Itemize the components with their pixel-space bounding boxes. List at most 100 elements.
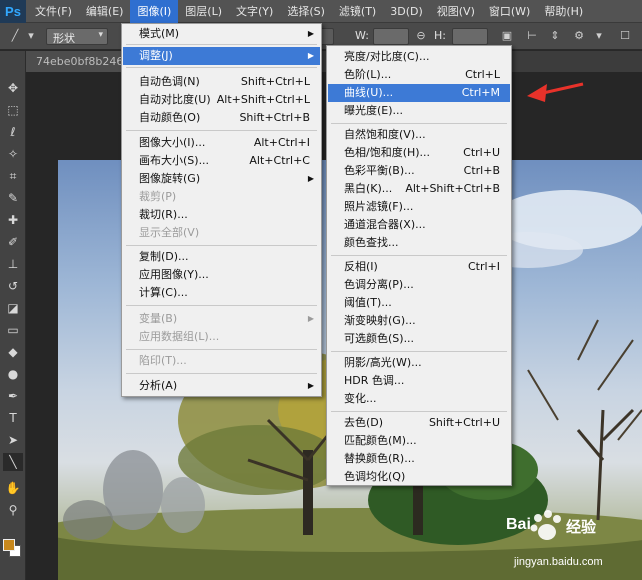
menu-separator xyxy=(331,255,507,256)
move-icon[interactable]: ✥ xyxy=(3,79,23,97)
menu-item-label: 图像大小(I)... xyxy=(139,136,206,149)
menu-item-selective-color[interactable]: 可选颜色(S)... xyxy=(328,330,510,348)
menu-item-hue-saturation[interactable]: 色相/饱和度(H)... Ctrl+U xyxy=(328,144,510,162)
menu-item-auto-tone[interactable]: 自动色调(N) Shift+Ctrl+L xyxy=(123,73,320,91)
menu-item-vibrance[interactable]: 自然饱和度(V)... xyxy=(328,126,510,144)
menu-item-color-lookup[interactable]: 颜色查找... xyxy=(328,234,510,252)
menu-view[interactable]: 视图(V) xyxy=(430,0,482,23)
menu-item-invert[interactable]: 反相(I) Ctrl+I xyxy=(328,258,510,276)
path-arrangement-icon[interactable]: ⇕ xyxy=(548,29,562,43)
tool-preset-icon[interactable]: ╱ xyxy=(8,29,22,43)
menu-item-mode[interactable]: 模式(M) ▶ xyxy=(123,25,320,43)
baidu-jingyan-watermark: Bai 经验 jingyan.baidu.com xyxy=(500,506,640,578)
tools-panel: ✥ ⬚ ℓ ✧ ⌗ ✎ ✚ ✐ ⊥ ↺ ◪ ▭ ◆ ● ✒ T ➤ ╲ ✋ ⚲ xyxy=(0,51,26,580)
menu-item-label: 通道混合器(X)... xyxy=(344,218,426,231)
menu-item-label: 色调分离(P)... xyxy=(344,278,414,291)
menu-item-exposure[interactable]: 曝光度(E)... xyxy=(328,102,510,120)
menu-item-trim[interactable]: 裁切(R)... xyxy=(123,206,320,224)
menu-item-desaturate[interactable]: 去色(D) Shift+Ctrl+U xyxy=(328,414,510,432)
menu-help[interactable]: 帮助(H) xyxy=(537,0,590,23)
menu-item-match-color[interactable]: 匹配颜色(M)... xyxy=(328,432,510,450)
zoom-icon[interactable]: ⚲ xyxy=(3,501,23,519)
menu-item-threshold[interactable]: 阈值(T)... xyxy=(328,294,510,312)
menu-item-duplicate[interactable]: 复制(D)... xyxy=(123,248,320,266)
menu-item-hdr-toning[interactable]: HDR 色调... xyxy=(328,372,510,390)
menu-item-posterize[interactable]: 色调分离(P)... xyxy=(328,276,510,294)
height-field[interactable] xyxy=(452,28,488,45)
menu-item-replace-color[interactable]: 替换颜色(R)... xyxy=(328,450,510,468)
menu-item-curves[interactable]: 曲线(U)... Ctrl+M xyxy=(328,84,510,102)
menu-filter[interactable]: 滤镜(T) xyxy=(332,0,383,23)
menu-item-image-rotation[interactable]: 图像旋转(G) ▶ xyxy=(123,170,320,188)
menu-item-label: 色阶(L)... xyxy=(344,68,392,81)
menu-separator xyxy=(331,123,507,124)
menu-edit[interactable]: 编辑(E) xyxy=(79,0,131,23)
menu-item-label: 亮度/对比度(C)... xyxy=(344,50,430,63)
menu-item-analysis[interactable]: 分析(A) ▶ xyxy=(123,377,320,395)
menu-item-label: 自动颜色(O) xyxy=(139,111,201,124)
menu-item-photo-filter[interactable]: 照片滤镜(F)... xyxy=(328,198,510,216)
menu-item-gradient-map[interactable]: 渐变映射(G)... xyxy=(328,312,510,330)
healing-brush-icon[interactable]: ✚ xyxy=(3,211,23,229)
gear-icon[interactable]: ⚙ xyxy=(572,29,586,43)
path-alignment-icon[interactable]: ⊢ xyxy=(525,29,539,43)
chevron-down-icon[interactable]: ▾ xyxy=(24,29,38,43)
shape-mode-select[interactable]: 形状 ▾ xyxy=(46,28,108,45)
dodge-icon[interactable]: ● xyxy=(3,365,23,383)
eyedropper-icon[interactable]: ✎ xyxy=(3,189,23,207)
menu-item-equalize[interactable]: 色调均化(Q) xyxy=(328,468,510,486)
menu-item-channel-mixer[interactable]: 通道混合器(X)... xyxy=(328,216,510,234)
blur-icon[interactable]: ◆ xyxy=(3,343,23,361)
hand-icon[interactable]: ✋ xyxy=(3,479,23,497)
menu-item-variations[interactable]: 变化... xyxy=(328,390,510,408)
path-operations-icon[interactable]: ▣ xyxy=(500,29,514,43)
menu-item-label: 渐变映射(G)... xyxy=(344,314,416,327)
menu-select[interactable]: 选择(S) xyxy=(280,0,332,23)
menu-file[interactable]: 文件(F) xyxy=(28,0,79,23)
menu-item-crop: 裁剪(P) xyxy=(123,188,320,206)
menu-item-auto-color[interactable]: 自动颜色(O) Shift+Ctrl+B xyxy=(123,109,320,127)
menu-item-color-balance[interactable]: 色彩平衡(B)... Ctrl+B xyxy=(328,162,510,180)
type-icon[interactable]: T xyxy=(3,409,23,427)
menu-item-auto-contrast[interactable]: 自动对比度(U) Alt+Shift+Ctrl+L xyxy=(123,91,320,109)
menu-item-black-white[interactable]: 黑白(K)... Alt+Shift+Ctrl+B xyxy=(328,180,510,198)
link-icon[interactable]: ⊖ xyxy=(414,29,428,43)
magic-wand-icon[interactable]: ✧ xyxy=(3,145,23,163)
brush-icon[interactable]: ✐ xyxy=(3,233,23,251)
menu-item-levels[interactable]: 色阶(L)... Ctrl+L xyxy=(328,66,510,84)
menu-item-label: 反相(I) xyxy=(344,260,378,273)
gradient-icon[interactable]: ▭ xyxy=(3,321,23,339)
chevron-down-icon[interactable]: ▾ xyxy=(592,29,606,43)
menu-item-brightness-contrast[interactable]: 亮度/对比度(C)... xyxy=(328,48,510,66)
align-edges-icon[interactable]: ☐ xyxy=(612,29,638,43)
menu-item-calculations[interactable]: 计算(C)... xyxy=(123,284,320,302)
marquee-icon[interactable]: ⬚ xyxy=(3,101,23,119)
menu-item-adjustments[interactable]: 调整(J) ▶ xyxy=(123,47,320,65)
menu-type[interactable]: 文字(Y) xyxy=(229,0,280,23)
line-icon[interactable]: ╲ xyxy=(3,453,23,471)
menu-item-label: 阴影/高光(W)... xyxy=(344,356,422,369)
history-brush-icon[interactable]: ↺ xyxy=(3,277,23,295)
path-selection-icon[interactable]: ➤ xyxy=(3,431,23,449)
menu-item-label: 画布大小(S)... xyxy=(139,154,210,167)
menu-item-label: 变化... xyxy=(344,392,377,405)
menu-item-shortcut: Shift+Ctrl+B xyxy=(239,111,310,124)
lasso-icon[interactable]: ℓ xyxy=(3,123,23,141)
menu-item-shadows-highlights[interactable]: 阴影/高光(W)... xyxy=(328,354,510,372)
menu-item-shortcut: Ctrl+B xyxy=(463,164,500,177)
menu-item-image-size[interactable]: 图像大小(I)... Alt+Ctrl+I xyxy=(123,134,320,152)
width-field[interactable] xyxy=(373,28,409,45)
clone-stamp-icon[interactable]: ⊥ xyxy=(3,255,23,273)
eraser-icon[interactable]: ◪ xyxy=(3,299,23,317)
foreground-color-swatch[interactable] xyxy=(3,539,15,551)
menu-item-label: 变量(B) xyxy=(139,312,178,325)
menu-item-canvas-size[interactable]: 画布大小(S)... Alt+Ctrl+C xyxy=(123,152,320,170)
menu-window[interactable]: 窗口(W) xyxy=(482,0,537,23)
pen-icon[interactable]: ✒ xyxy=(3,387,23,405)
menu-layer[interactable]: 图层(L) xyxy=(178,0,229,23)
menu-3d[interactable]: 3D(D) xyxy=(383,0,430,23)
menu-image[interactable]: 图像(I) xyxy=(130,0,179,23)
crop-icon[interactable]: ⌗ xyxy=(3,167,23,185)
menu-item-apply-image[interactable]: 应用图像(Y)... xyxy=(123,266,320,284)
adjustments-submenu: 亮度/对比度(C)... 色阶(L)... Ctrl+L 曲线(U)... Ctrl… xyxy=(326,45,512,486)
